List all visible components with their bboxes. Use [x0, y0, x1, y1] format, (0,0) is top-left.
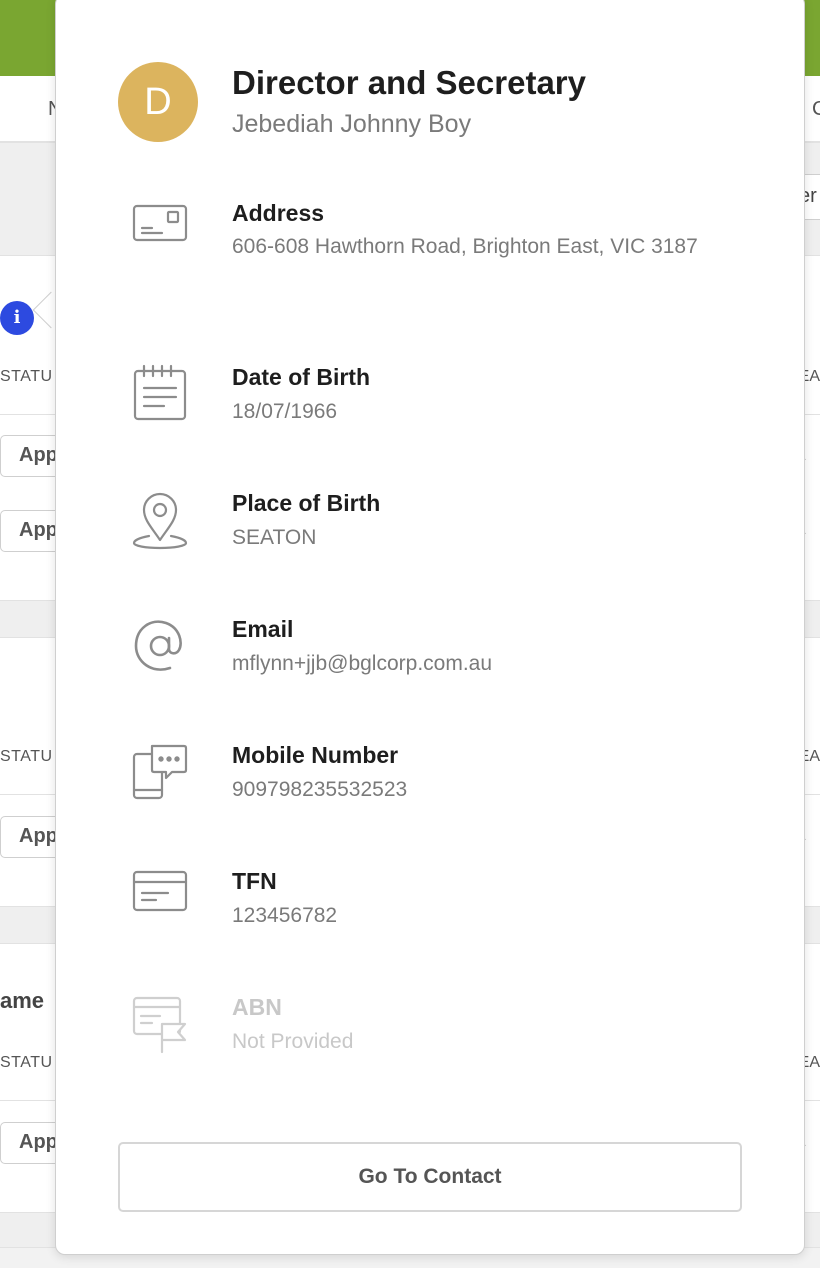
card-flag-icon [132, 996, 187, 1054]
calendar-icon [133, 364, 187, 421]
field-label: TFN [232, 868, 277, 894]
field-value: 123456782 [232, 904, 338, 927]
at-sign-icon [134, 620, 182, 671]
field-value: SEATON [232, 526, 317, 549]
field-value: mflynn+jjb@bglcorp.com.au [232, 652, 493, 675]
card-icon [132, 870, 188, 912]
field-label: Address [232, 200, 325, 226]
field-label: ABN [232, 994, 282, 1020]
field-label: Email [232, 616, 294, 642]
mobile-chat-icon [132, 744, 188, 800]
address-card-icon [132, 204, 188, 242]
field-value: Not Provided [232, 1030, 354, 1053]
section-title: ame [0, 988, 45, 1013]
status-column-header: STATU [0, 748, 53, 765]
field-value: 909798235532523 [232, 778, 408, 801]
info-icon[interactable]: i [0, 301, 34, 335]
field-value: 606-608 Hawthorn Road, Brighton East, VI… [232, 235, 698, 258]
go-to-contact-button[interactable]: Go To Contact [118, 1142, 742, 1212]
field-value: 18/07/1966 [232, 400, 338, 423]
status-column-header: STATU [0, 1054, 53, 1071]
nav-item-right[interactable]: C [812, 98, 820, 121]
status-column-header: STATU [0, 368, 53, 385]
popover-subtitle: Jebediah Johnny Boy [232, 110, 472, 138]
field-label: Place of Birth [232, 490, 381, 516]
field-label: Date of Birth [232, 364, 370, 390]
avatar: D [118, 62, 198, 142]
field-label: Mobile Number [232, 742, 399, 768]
popover-title: Director and Secretary [232, 64, 586, 101]
location-pin-icon [132, 492, 188, 550]
